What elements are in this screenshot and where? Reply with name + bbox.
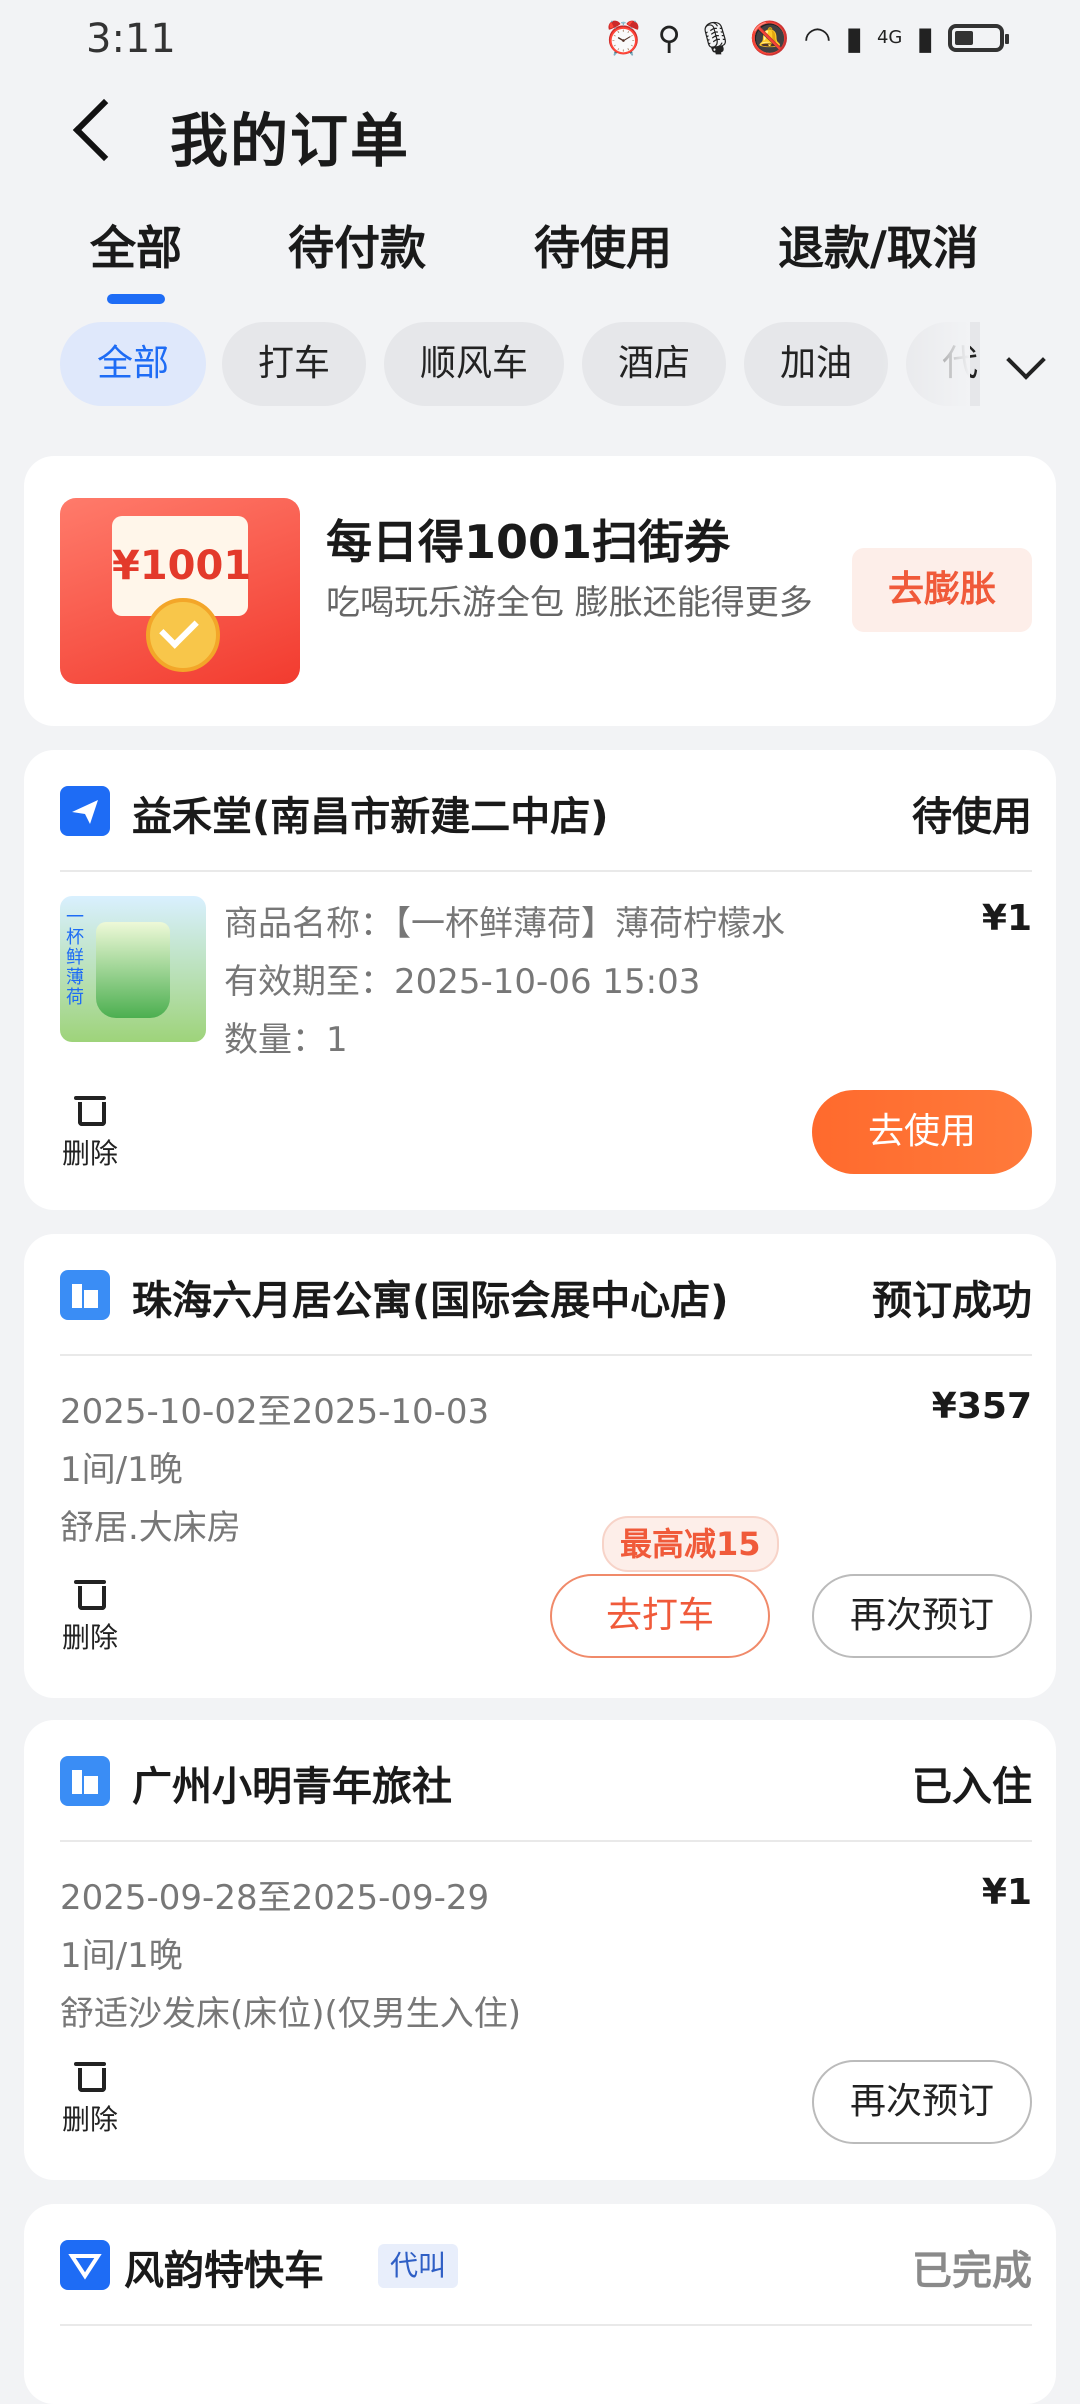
promo-title: 每日得1001扫街券 — [326, 515, 731, 569]
divider — [60, 1840, 1032, 1842]
divider — [60, 1354, 1032, 1356]
expand-coupon-button[interactable]: 去膨胀 — [852, 548, 1032, 632]
order-card[interactable]: 珠海六月居公寓(国际会展中心店) 预订成功 2025-10-02至2025-10… — [24, 1234, 1056, 1698]
tab-pending-use[interactable]: 待使用 — [534, 212, 672, 278]
delete-label: 删除 — [61, 1621, 118, 1654]
4g-signal-icon: 4G — [876, 27, 903, 48]
trash-icon — [74, 1094, 106, 1126]
order-status: 已完成 — [912, 2248, 1032, 2294]
store-name: 风韵特快车 — [124, 2248, 324, 2294]
paper-plane-icon — [60, 786, 110, 836]
divider — [60, 2324, 1032, 2326]
discount-badge: 最高减15 — [602, 1516, 779, 1572]
drink-cup-image — [96, 922, 170, 1018]
signal-bars-icon: ▮ — [916, 19, 934, 57]
order-card[interactable]: 益禾堂(南昌市新建二中店) 待使用 一杯鲜薄荷 商品名称：【一杯鲜薄荷】薄荷柠檬… — [24, 750, 1056, 1210]
use-button[interactable]: 去使用 — [812, 1090, 1032, 1174]
status-icons: ⏰ ⚲ 🎙 🔕 ◠ ▮ 4G ▮ — [603, 18, 1009, 58]
order-status: 待使用 — [912, 794, 1032, 840]
filter-chips: 全部 打车 顺风车 酒店 加油 代 — [0, 322, 980, 412]
order-status: 预订成功 — [872, 1278, 1032, 1324]
back-icon[interactable] — [66, 98, 126, 158]
tab-all[interactable]: 全部 — [90, 212, 182, 278]
location-icon: ⚲ — [657, 19, 681, 57]
chip-fade — [880, 310, 970, 420]
tab-pending-payment[interactable]: 待付款 — [288, 212, 426, 278]
store-name: 珠海六月居公寓(国际会展中心店) — [132, 1278, 729, 1324]
bell-off-icon: 🔕 — [749, 19, 790, 57]
rebook-button[interactable]: 再次预订 — [812, 2060, 1032, 2144]
stay-dates: 2025-09-28至2025-09-29 — [60, 1878, 490, 1918]
check-icon — [146, 598, 220, 672]
chevron-down-icon[interactable] — [1004, 346, 1044, 386]
filter-chip-carpool[interactable]: 顺风车 — [384, 322, 564, 406]
trash-icon — [74, 2060, 106, 2092]
order-card[interactable]: 风韵特快车 代叫 已完成 — [24, 2204, 1056, 2404]
order-price: ¥1 — [981, 1872, 1032, 1913]
status-bar: 3:11 ⏰ ⚲ 🎙 🔕 ◠ ▮ 4G ▮ — [0, 0, 1080, 80]
header: 我的订单 — [0, 80, 1080, 180]
hotel-icon — [60, 1756, 110, 1806]
rebook-button[interactable]: 再次预订 — [812, 1574, 1032, 1658]
store-name: 广州小明青年旅社 — [132, 1764, 452, 1810]
order-card[interactable]: 广州小明青年旅社 已入住 2025-09-28至2025-09-29 ¥1 1间… — [24, 1720, 1056, 2180]
page-title: 我的订单 — [170, 107, 411, 175]
order-tabs: 全部 待付款 待使用 退款/取消 — [0, 200, 1080, 300]
stay-dates: 2025-10-02至2025-10-03 — [60, 1392, 490, 1432]
hotel-icon — [60, 1270, 110, 1320]
divider — [60, 870, 1032, 872]
status-time: 3:11 — [86, 16, 176, 62]
filter-chip-hotel[interactable]: 酒店 — [582, 322, 726, 406]
signal-icon: ▮ — [845, 19, 863, 57]
delete-button[interactable]: 删除 — [60, 2060, 120, 2138]
proxy-badge: 代叫 — [378, 2244, 459, 2288]
trash-icon — [74, 1578, 106, 1610]
wifi-icon: ◠ — [803, 19, 832, 57]
rooms-nights: 1间/1晚 — [60, 1450, 183, 1490]
battery-icon — [948, 24, 1009, 52]
coupon-image: ¥1001 — [60, 498, 300, 684]
promo-card[interactable]: ¥1001 每日得1001扫街券 吃喝玩乐游全包 膨胀还能得更多 去膨胀 — [24, 456, 1056, 726]
rooms-nights: 1间/1晚 — [60, 1936, 183, 1976]
mic-icon: 🎙 — [694, 19, 736, 57]
delete-label: 删除 — [61, 2103, 118, 2136]
delete-label: 删除 — [61, 1137, 118, 1170]
thumbnail-text: 一杯鲜薄荷 — [66, 907, 84, 1008]
promo-subtitle: 吃喝玩乐游全包 膨胀还能得更多 — [326, 583, 813, 623]
tab-refund-cancel[interactable]: 退款/取消 — [778, 212, 979, 278]
valid-until: 有效期至：2025-10-06 15:03 — [224, 962, 701, 1002]
filter-chip-fuel[interactable]: 加油 — [744, 322, 888, 406]
room-type: 舒适沙发床(床位)(仅男生入住) — [60, 1994, 522, 2034]
ride-icon — [60, 2240, 110, 2290]
filter-chip-all[interactable]: 全部 — [60, 322, 206, 406]
product-thumbnail: 一杯鲜薄荷 — [60, 896, 206, 1042]
delete-button[interactable]: 删除 — [60, 1094, 120, 1172]
product-name: 商品名称：【一杯鲜薄荷】薄荷柠檬水 — [224, 904, 785, 944]
delete-button[interactable]: 删除 — [60, 1578, 120, 1656]
filter-chip-taxi[interactable]: 打车 — [222, 322, 366, 406]
taxi-button[interactable]: 去打车 — [550, 1574, 770, 1658]
quantity: 数量：1 — [224, 1020, 348, 1060]
room-type: 舒居.大床房 — [60, 1508, 241, 1548]
order-status: 已入住 — [912, 1764, 1032, 1810]
order-price: ¥1 — [981, 898, 1032, 939]
order-price: ¥357 — [931, 1386, 1032, 1427]
alarm-icon: ⏰ — [603, 19, 644, 57]
store-name: 益禾堂(南昌市新建二中店) — [132, 794, 609, 840]
